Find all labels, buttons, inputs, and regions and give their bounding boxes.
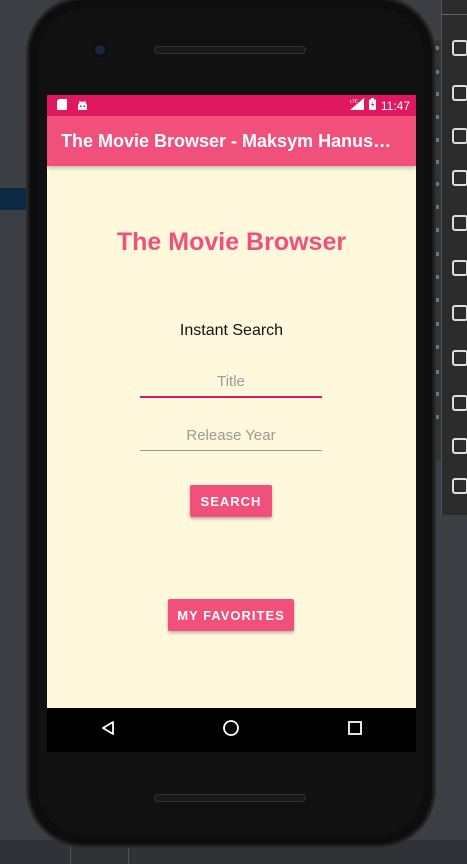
top-speaker (154, 46, 306, 54)
app-bar-title: The Movie Browser - Maksym Hanush… (61, 130, 402, 151)
device-screen: LTE 11:47 The Movie Browser - Maksym Han… (47, 95, 416, 708)
home-icon[interactable] (222, 719, 240, 742)
status-bar: LTE 11:47 (47, 95, 416, 116)
sd-card-icon (57, 98, 67, 113)
phone-frame: LTE 11:47 The Movie Browser - Maksym Han… (30, 0, 432, 844)
navigation-bar (47, 708, 416, 752)
battery-icon (368, 98, 376, 113)
title-input[interactable] (140, 366, 322, 398)
page-title: The Movie Browser (116, 228, 347, 256)
instant-search-label: Instant Search (179, 322, 284, 339)
bottom-speaker (154, 794, 306, 802)
svg-text:LTE: LTE (350, 99, 358, 104)
my-favorites-button[interactable]: MY FAVORITES (168, 599, 294, 631)
back-icon[interactable] (100, 720, 116, 741)
ide-panel-fragment (0, 188, 30, 210)
lte-signal-icon: LTE (349, 98, 364, 113)
release-year-input[interactable] (140, 420, 322, 451)
android-icon (77, 99, 88, 113)
app-bar: The Movie Browser - Maksym Hanush… (47, 116, 416, 166)
main-content: The Movie Browser Instant Search SEARCH … (47, 166, 416, 708)
front-camera (92, 42, 108, 58)
clock: 11:47 (380, 98, 410, 113)
search-button[interactable]: SEARCH (190, 485, 272, 517)
ide-toolbar (441, 0, 467, 515)
recents-icon[interactable] (347, 720, 363, 741)
